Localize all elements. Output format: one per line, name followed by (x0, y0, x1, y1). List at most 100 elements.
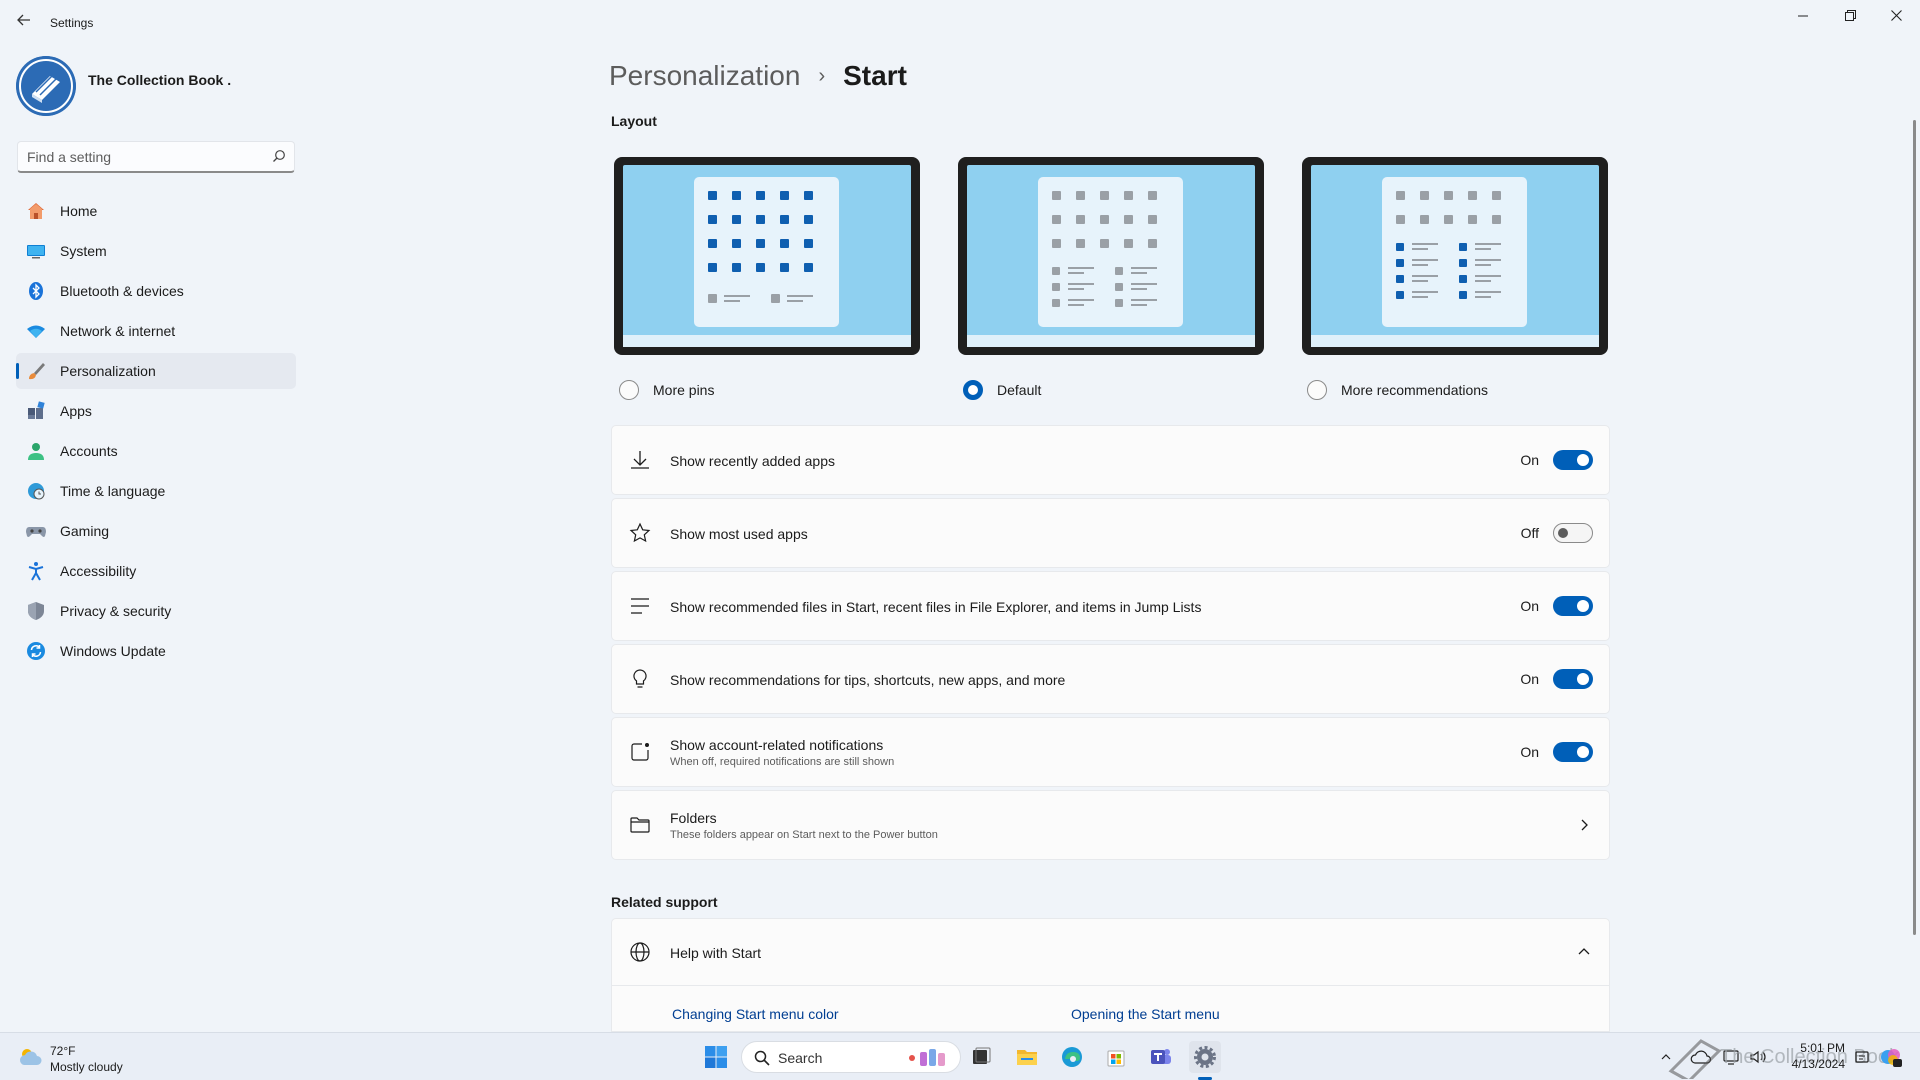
help-with-start-header[interactable]: Help with Start (611, 918, 1610, 986)
weather-temperature: 72°F (50, 1044, 76, 1058)
clock-time: 5:01 PM (1800, 1041, 1845, 1055)
notification-bell-icon[interactable] (1850, 1041, 1874, 1073)
close-button[interactable] (1873, 0, 1919, 32)
sidebar-item-label: System (60, 243, 107, 259)
setting-folders[interactable]: Folders These folders appear on Start ne… (611, 790, 1610, 860)
sidebar-item-label: Windows Update (60, 643, 166, 659)
start-button[interactable] (700, 1041, 732, 1073)
file-explorer-icon[interactable] (1011, 1041, 1043, 1073)
layout-preview-default[interactable] (958, 157, 1264, 355)
breadcrumb-separator: › (818, 64, 826, 87)
radio-more-recommendations[interactable]: More recommendations (1307, 380, 1488, 400)
system-clock[interactable]: 5:01 PM 4/13/2024 (1775, 1040, 1845, 1072)
setting-title: Show most used apps (670, 526, 808, 542)
teams-icon[interactable] (1145, 1041, 1177, 1073)
avatar (16, 56, 76, 116)
setting-most-used-apps: Show most used apps Off (611, 498, 1610, 568)
monitor-icon (26, 241, 46, 261)
download-icon (628, 448, 652, 472)
search-input[interactable] (27, 148, 257, 166)
toggle-switch[interactable] (1553, 523, 1593, 543)
setting-recommended-files: Show recommended files in Start, recent … (611, 571, 1610, 641)
toggle-switch[interactable] (1553, 596, 1593, 616)
radio-more-pins[interactable]: More pins (619, 380, 714, 400)
chevron-up-icon[interactable] (1577, 945, 1591, 959)
sidebar-item-system[interactable]: System (16, 233, 296, 269)
toggle-switch[interactable] (1553, 669, 1593, 689)
sidebar-item-apps[interactable]: Apps (16, 393, 296, 429)
sidebar-item-gaming[interactable]: Gaming (16, 513, 296, 549)
clock-date: 4/13/2024 (1791, 1057, 1845, 1071)
chevron-right-icon[interactable] (1577, 818, 1591, 832)
restore-button[interactable] (1827, 0, 1873, 32)
sidebar-item-bluetooth[interactable]: Bluetooth & devices (16, 273, 296, 309)
toggle-state-label: On (1520, 452, 1539, 468)
help-links-panel: Changing Start menu color Opening the St… (611, 986, 1610, 1032)
bluetooth-icon (26, 281, 46, 301)
watermark-book-icon (1665, 1033, 1725, 1080)
edge-browser-icon[interactable] (1056, 1041, 1088, 1073)
layout-section-label: Layout (611, 113, 657, 129)
sidebar-item-label: Network & internet (60, 323, 176, 339)
setting-title: Show recommended files in Start, recent … (670, 599, 1202, 615)
preview-start-panel (1038, 177, 1183, 327)
layout-preview-more-pins[interactable] (614, 157, 920, 355)
taskbar-search[interactable]: Search (741, 1041, 961, 1073)
settings-app-icon[interactable] (1189, 1041, 1221, 1073)
toggle-state-label: On (1520, 598, 1539, 614)
sidebar-item-label: Home (60, 203, 98, 219)
setting-title: Show recommendations for tips, shortcuts… (670, 672, 1066, 688)
link-opening-start-menu[interactable]: Opening the Start menu (1071, 1006, 1220, 1022)
radio-indicator[interactable] (1307, 380, 1327, 400)
minimize-button[interactable] (1780, 0, 1826, 32)
toggle-state-label: On (1520, 671, 1539, 687)
sidebar-item-label: Accounts (60, 443, 118, 459)
title-bar: Settings (0, 0, 1920, 48)
radio-indicator[interactable] (619, 380, 639, 400)
search-highlight-icon (906, 1046, 950, 1075)
sidebar-item-label: Bluetooth & devices (60, 283, 184, 299)
sidebar-item-label: Gaming (60, 523, 110, 539)
apps-icon (26, 401, 46, 421)
sidebar-item-accessibility[interactable]: Accessibility (16, 553, 296, 589)
cloud-icon (16, 1043, 44, 1076)
vertical-scrollbar[interactable] (1913, 120, 1916, 935)
settings-search-box[interactable] (17, 141, 295, 173)
sidebar-item-home[interactable]: Home (16, 193, 296, 229)
toggle-switch[interactable] (1553, 450, 1593, 470)
search-icon[interactable] (272, 149, 286, 163)
layout-preview-more-recommendations[interactable] (1302, 157, 1608, 355)
sidebar-item-windows-update[interactable]: Windows Update (16, 633, 296, 669)
sidebar-item-personalization[interactable]: Personalization (16, 353, 296, 389)
preview-start-panel (694, 177, 839, 327)
toggle-state-label: On (1520, 744, 1539, 760)
microsoft-store-icon[interactable] (1100, 1041, 1132, 1073)
breadcrumb-parent[interactable]: Personalization (609, 60, 800, 92)
globe-icon (628, 940, 652, 964)
preview-start-panel (1382, 177, 1527, 327)
radio-label: More pins (653, 382, 715, 398)
back-arrow-icon[interactable] (14, 13, 34, 33)
sidebar-item-privacy-security[interactable]: Privacy & security (16, 593, 296, 629)
sidebar-item-time-language[interactable]: Time & language (16, 473, 296, 509)
wifi-icon (26, 321, 46, 341)
radio-default[interactable]: Default (963, 380, 1041, 400)
sidebar-item-network[interactable]: Network & internet (16, 313, 296, 349)
globe-clock-icon (26, 481, 46, 501)
setting-recently-added-apps: Show recently added apps On (611, 425, 1610, 495)
link-changing-start-menu-color[interactable]: Changing Start menu color (672, 1006, 839, 1022)
radio-label: Default (997, 382, 1042, 398)
preview-taskbar (1311, 335, 1599, 347)
radio-label: More recommendations (1341, 382, 1489, 398)
sidebar-item-label: Privacy & security (60, 603, 172, 619)
taskbar-search-label: Search (778, 1050, 823, 1066)
taskbar: 72°F Mostly cloudy Search The Collection… (0, 1032, 1920, 1080)
copilot-icon[interactable] (1876, 1041, 1906, 1073)
radio-indicator-selected[interactable] (963, 380, 983, 400)
sidebar-item-accounts[interactable]: Accounts (16, 433, 296, 469)
setting-account-notifications: Show account-related notifications When … (611, 717, 1610, 787)
sidebar-item-label: Time & language (60, 483, 166, 499)
toggle-switch[interactable] (1553, 742, 1593, 762)
task-view-icon[interactable] (966, 1041, 998, 1073)
window-title: Settings (50, 16, 94, 30)
